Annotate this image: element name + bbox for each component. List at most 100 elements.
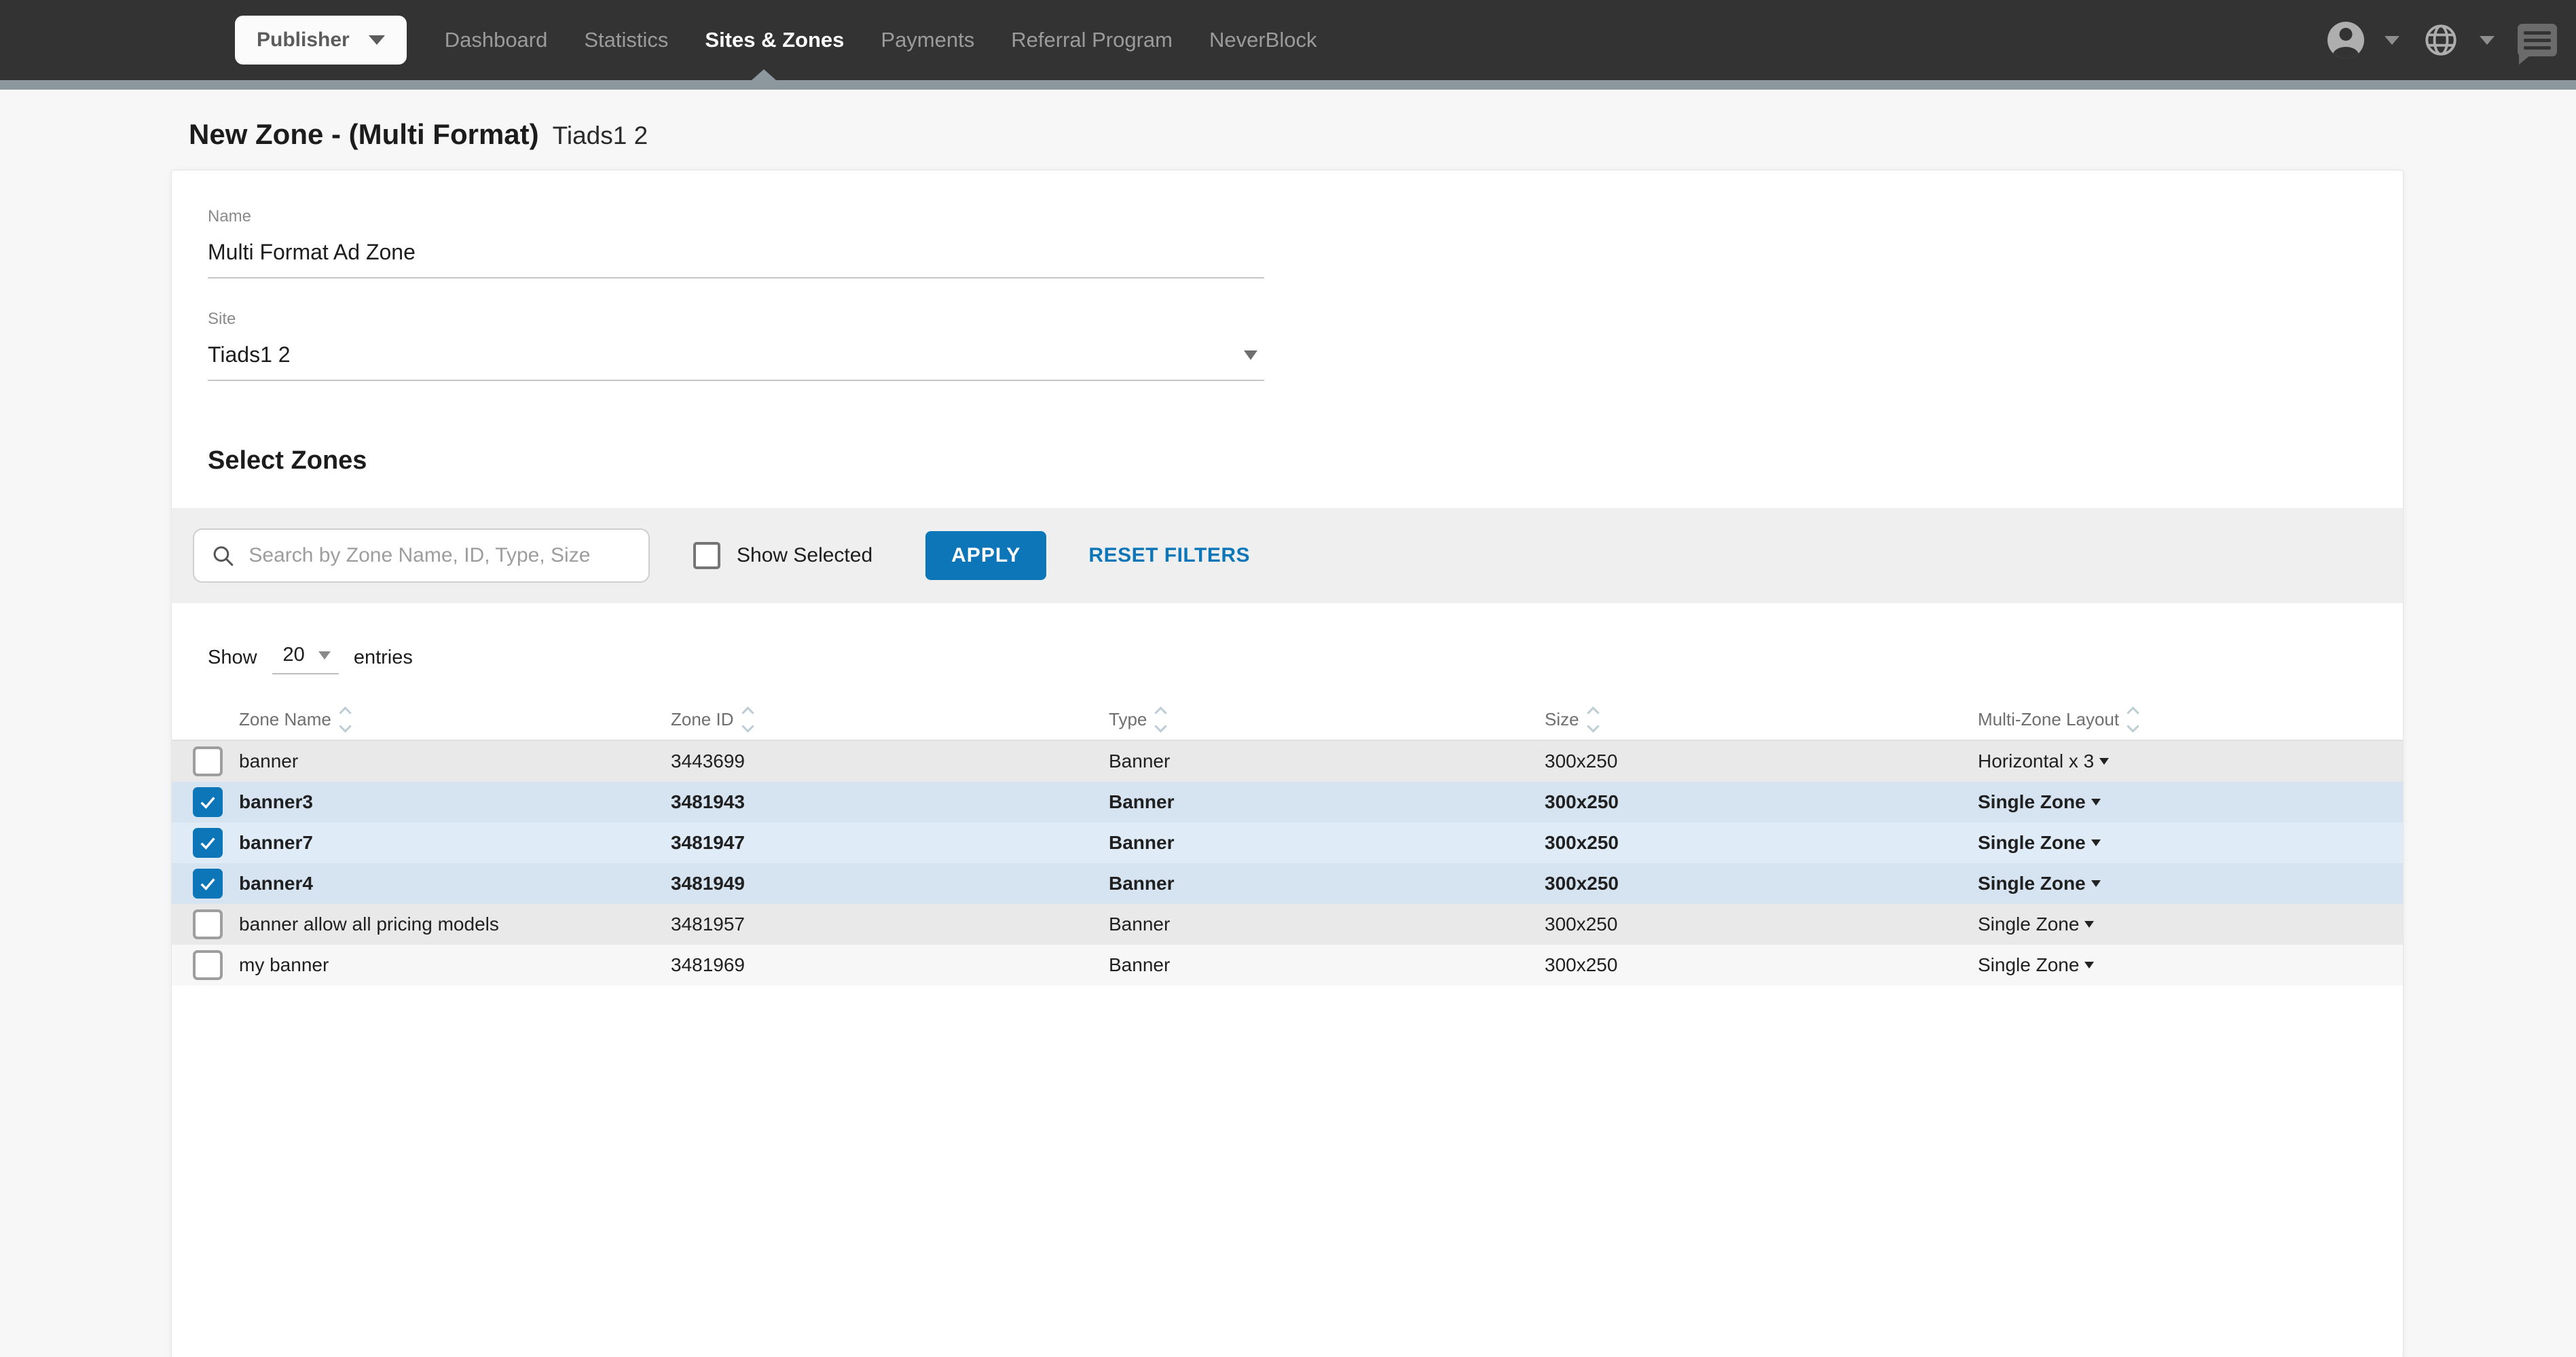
zone-name-cell: my banner	[239, 954, 671, 976]
select-zones-heading: Select Zones	[208, 446, 2403, 475]
sort-icon	[341, 708, 350, 731]
row-checkbox[interactable]	[193, 828, 223, 858]
chevron-down-icon	[2091, 880, 2101, 887]
row-checkbox[interactable]	[193, 909, 223, 939]
page-title-context: Tiads1 2	[553, 122, 648, 150]
zone-form: Name Site Tiads1 2	[172, 170, 2403, 381]
zone-row: banner allow all pricing models 3481957 …	[172, 904, 2403, 945]
nav-item-payments[interactable]: Payments	[881, 28, 974, 52]
name-field: Name	[208, 207, 1264, 278]
zone-search-input[interactable]	[249, 544, 632, 567]
sort-icon	[1589, 708, 1598, 731]
page-size-select[interactable]: 20	[272, 641, 339, 674]
name-input[interactable]	[208, 240, 1264, 265]
zones-table: Zone Name Zone ID Type Size Multi-Zone L…	[172, 699, 2403, 985]
chevron-down-icon	[2091, 839, 2101, 846]
top-navbar: Publisher Dashboard Statistics Sites & Z…	[0, 0, 2576, 80]
publisher-role-label: Publisher	[257, 29, 350, 52]
layout-dropdown[interactable]: Single Zone	[1978, 791, 2403, 813]
layout-dropdown[interactable]: Single Zone	[1978, 913, 2403, 935]
zone-name-cell: banner3	[239, 791, 671, 813]
nav-item-neverblock[interactable]: NeverBlock	[1209, 28, 1317, 52]
entries-label: entries	[354, 647, 413, 669]
site-select-value: Tiads1 2	[208, 342, 291, 367]
zone-size-cell: 300x250	[1545, 832, 1978, 854]
zone-type-cell: Banner	[1109, 832, 1545, 854]
layout-dropdown[interactable]: Single Zone	[1978, 832, 2403, 854]
chevron-down-icon	[2084, 921, 2094, 928]
account-circle-icon	[2327, 22, 2364, 58]
language-menu-button[interactable]	[2423, 22, 2495, 58]
sort-icon	[1156, 708, 1165, 731]
zone-row: banner7 3481947 Banner 300x250 Single Zo…	[172, 822, 2403, 863]
globe-icon	[2423, 22, 2459, 58]
column-header-zone-id[interactable]: Zone ID	[671, 708, 1109, 731]
layout-dropdown[interactable]: Single Zone	[1978, 873, 2403, 894]
active-tab-pointer-icon	[752, 69, 776, 80]
nav-item-referral-program[interactable]: Referral Program	[1011, 28, 1173, 52]
chevron-down-icon	[2480, 36, 2495, 45]
active-tab-indicator-bar	[0, 80, 2576, 90]
zone-type-cell: Banner	[1109, 954, 1545, 976]
new-zone-card: Name Site Tiads1 2 Select Zones Show Sel…	[171, 170, 2404, 1357]
row-checkbox[interactable]	[193, 950, 223, 980]
layout-dropdown[interactable]: Horizontal x 3	[1978, 750, 2403, 772]
name-field-label: Name	[208, 207, 1264, 226]
page-size-row: Show 20 entries	[208, 641, 2403, 674]
column-header-multi-zone-layout[interactable]: Multi-Zone Layout	[1978, 708, 2403, 731]
chevron-down-icon	[369, 35, 385, 45]
zone-id-cell: 3481947	[671, 832, 1109, 854]
column-header-zone-name[interactable]: Zone Name	[239, 708, 671, 731]
chevron-down-icon	[2385, 36, 2399, 45]
page-title-main: New Zone - (Multi Format)	[189, 118, 539, 151]
row-checkbox[interactable]	[193, 746, 223, 776]
publisher-role-button[interactable]: Publisher	[235, 16, 407, 65]
zone-search-box	[193, 528, 650, 583]
site-field-label: Site	[208, 310, 1264, 329]
zone-size-cell: 300x250	[1545, 913, 1978, 935]
nav-item-statistics[interactable]: Statistics	[584, 28, 668, 52]
row-checkbox[interactable]	[193, 787, 223, 817]
zone-id-cell: 3481949	[671, 873, 1109, 894]
column-header-type[interactable]: Type	[1109, 708, 1545, 731]
zone-type-cell: Banner	[1109, 913, 1545, 935]
checkmark-icon	[197, 832, 219, 854]
chat-button[interactable]	[2518, 24, 2557, 56]
checkmark-icon	[197, 873, 219, 894]
zone-size-cell: 300x250	[1545, 791, 1978, 813]
chevron-down-icon	[1244, 350, 1257, 360]
zone-row: banner 3443699 Banner 300x250 Horizontal…	[172, 741, 2403, 782]
chevron-down-icon	[318, 651, 331, 659]
zone-name-cell: banner allow all pricing models	[239, 913, 671, 935]
zone-name-cell: banner4	[239, 873, 671, 894]
account-menu-button[interactable]	[2327, 22, 2399, 58]
zone-type-cell: Banner	[1109, 750, 1545, 772]
zone-type-cell: Banner	[1109, 791, 1545, 813]
zone-row: my banner 3481969 Banner 300x250 Single …	[172, 945, 2403, 985]
reset-filters-button[interactable]: RESET FILTERS	[1088, 544, 1250, 567]
zone-size-cell: 300x250	[1545, 873, 1978, 894]
site-field: Site Tiads1 2	[208, 310, 1264, 381]
apply-button[interactable]: APPLY	[925, 531, 1046, 580]
nav-item-sites-zones[interactable]: Sites & Zones	[705, 28, 844, 52]
page-title: New Zone - (Multi Format) Tiads1 2	[189, 118, 2576, 151]
zone-id-cell: 3481943	[671, 791, 1109, 813]
page-size-value: 20	[283, 644, 305, 666]
site-select[interactable]: Tiads1 2	[208, 329, 1264, 381]
zone-type-cell: Banner	[1109, 873, 1545, 894]
zone-filters-bar: Show Selected APPLY RESET FILTERS	[172, 508, 2403, 603]
zones-table-header: Zone Name Zone ID Type Size Multi-Zone L…	[172, 699, 2403, 741]
zone-name-cell: banner7	[239, 832, 671, 854]
sort-icon	[2129, 708, 2137, 731]
chevron-down-icon	[2091, 799, 2101, 806]
search-icon	[210, 542, 235, 569]
chevron-down-icon	[2084, 962, 2094, 969]
zone-id-cell: 3481969	[671, 954, 1109, 976]
layout-dropdown[interactable]: Single Zone	[1978, 954, 2403, 976]
row-checkbox[interactable]	[193, 869, 223, 899]
column-header-size[interactable]: Size	[1545, 708, 1978, 731]
show-selected-label: Show Selected	[737, 544, 872, 567]
nav-item-dashboard[interactable]: Dashboard	[445, 28, 548, 52]
show-selected-checkbox[interactable]	[693, 542, 720, 569]
show-selected-toggle: Show Selected	[693, 542, 872, 569]
